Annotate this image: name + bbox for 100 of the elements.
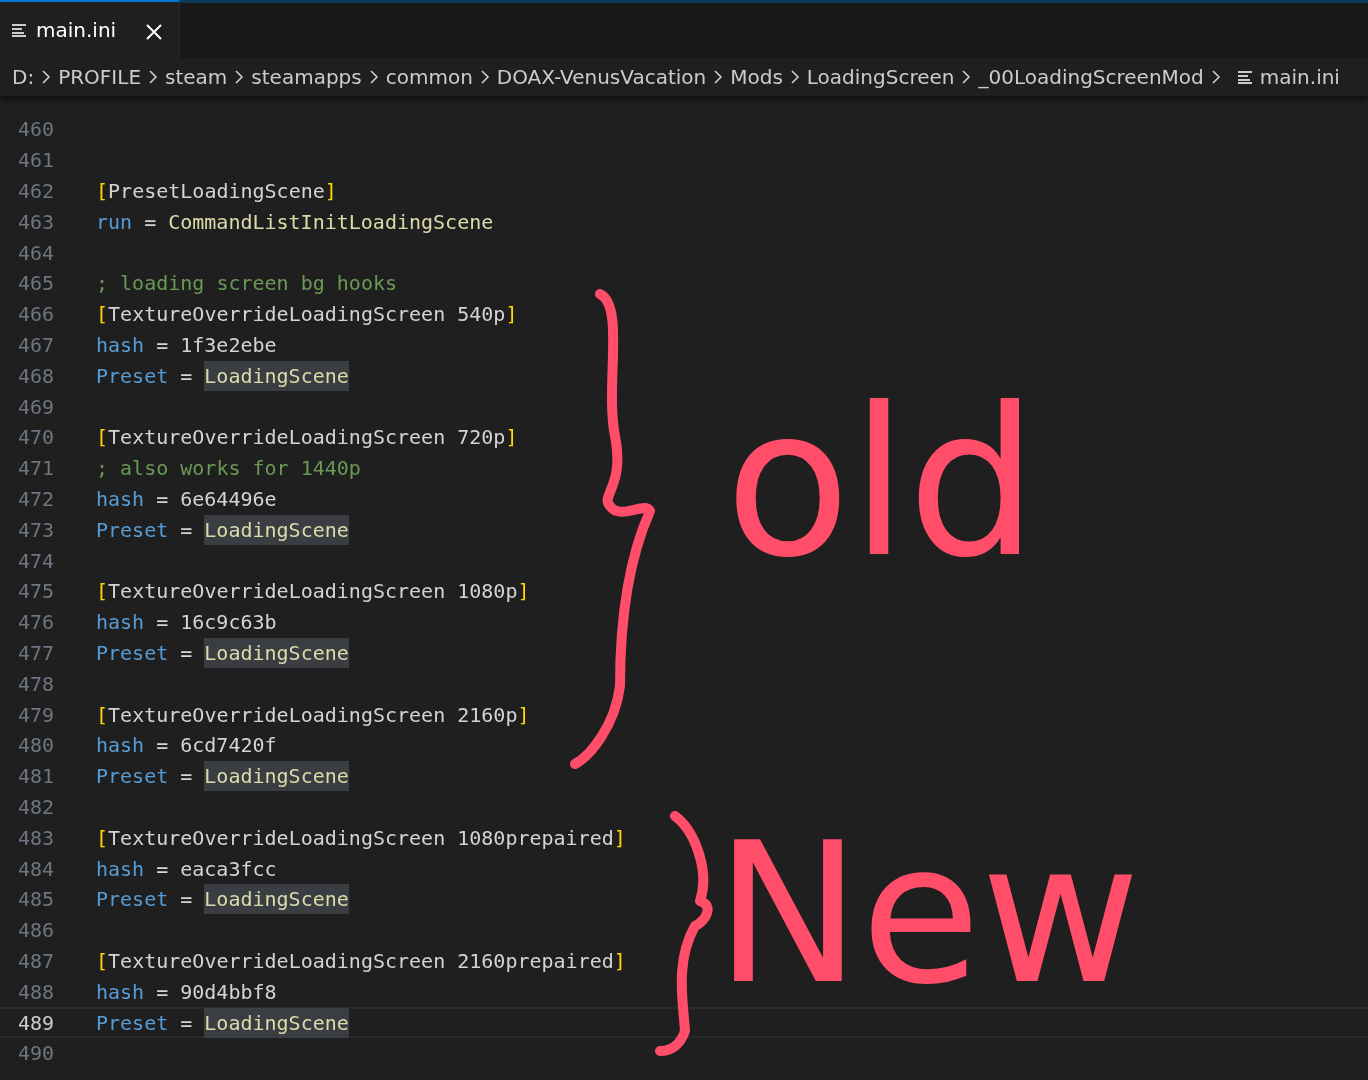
line-number: 476 — [16, 609, 54, 637]
setting-key: run — [96, 206, 133, 237]
equals-sign: = — [180, 763, 193, 791]
equals-sign: = — [156, 331, 169, 359]
setting-key: Preset — [96, 1007, 169, 1038]
setting-value: LoadingScene — [204, 360, 349, 391]
equals-sign: = — [156, 485, 169, 513]
line-number: 460 — [16, 116, 54, 144]
equals-sign: = — [180, 1009, 193, 1037]
line-number: 484 — [16, 855, 54, 883]
bracket: [ — [96, 701, 109, 729]
handwritten-note: New — [715, 816, 1141, 1011]
setting-value: CommandListInitLoadingScene — [168, 208, 494, 236]
chevron-right-icon — [233, 69, 246, 85]
handwritten-note: old — [725, 381, 1038, 586]
bracket: ] — [613, 947, 626, 975]
line-number: 478 — [16, 670, 54, 698]
bracket: [ — [96, 178, 109, 205]
setting-key: hash — [96, 976, 145, 1007]
bracket: ] — [613, 824, 626, 852]
section-name: TextureOverrideLoadingScreen 540p — [108, 301, 506, 329]
chevron-right-icon — [40, 69, 53, 85]
line-number: 471 — [16, 455, 54, 483]
setting-key: Preset — [96, 884, 169, 915]
line-number: 461 — [16, 147, 54, 175]
chevron-right-icon — [147, 69, 160, 85]
chevron-right-icon — [367, 69, 380, 85]
breadcrumb-item[interactable]: main.ini — [1259, 62, 1340, 92]
setting-key: Preset — [96, 761, 169, 792]
section-name: TextureOverrideLoadingScreen 720p — [108, 424, 506, 452]
line-number: 481 — [16, 763, 54, 791]
section-name: TextureOverrideLoadingScreen 1080prepaired — [108, 824, 614, 852]
breadcrumb-item[interactable]: common — [385, 62, 473, 92]
bracket: [ — [96, 947, 109, 975]
line-number: 465 — [16, 270, 54, 298]
bracket: ] — [517, 701, 530, 729]
line-number: 470 — [16, 424, 54, 452]
file-lines-icon — [1237, 70, 1254, 84]
section-name: TextureOverrideLoadingScreen 2160prepaired — [108, 947, 614, 975]
line-number: 479 — [16, 701, 54, 729]
breadcrumb-item[interactable]: steamapps — [251, 62, 362, 92]
setting-value: 1f3e2ebe — [180, 331, 277, 359]
line-number: 490 — [16, 1040, 54, 1068]
line-number: 480 — [16, 732, 54, 760]
line-number: 473 — [16, 516, 54, 544]
line-number: 469 — [16, 393, 54, 421]
line-number: 472 — [16, 485, 54, 513]
bracket: [ — [96, 424, 109, 452]
equals-sign: = — [180, 639, 193, 667]
editor-tab[interactable]: main.ini — [0, 0, 180, 58]
breadcrumb-item[interactable]: Mods — [730, 62, 783, 92]
bracket: ] — [505, 301, 518, 329]
section-name: PresetLoadingScene — [108, 178, 325, 205]
line-number: 468 — [16, 362, 54, 390]
line-number: 489 — [16, 1009, 54, 1037]
setting-value: 6e64496e — [180, 485, 277, 513]
line-number: 462 — [16, 178, 54, 205]
breadcrumb-item[interactable]: DOAX-VenusVacation — [496, 62, 707, 92]
code-comment: ; loading screen bg hooks — [96, 270, 398, 298]
line-number: 487 — [16, 947, 54, 975]
setting-key: hash — [96, 853, 145, 884]
setting-value: LoadingScene — [204, 884, 349, 915]
line-number: 463 — [16, 208, 54, 236]
breadcrumb-item[interactable]: LoadingScreen — [806, 62, 955, 92]
equals-sign: = — [156, 855, 169, 883]
code-comment: ; also works for 1440p — [96, 455, 361, 483]
breadcrumb-item[interactable]: steam — [165, 62, 228, 92]
equals-sign: = — [180, 362, 193, 390]
equals-sign: = — [156, 609, 169, 637]
equals-sign: = — [156, 978, 169, 1006]
breadcrumb-item[interactable]: PROFILE — [58, 62, 142, 92]
breadcrumb-item[interactable]: _00LoadingScreenMod — [978, 62, 1204, 92]
setting-value: 90d4bbf8 — [180, 978, 277, 1006]
line-number: 467 — [16, 331, 54, 359]
equals-sign: = — [180, 516, 193, 544]
setting-value: eaca3fcc — [180, 855, 277, 883]
line-number: 482 — [16, 793, 54, 821]
section-name: TextureOverrideLoadingScreen 2160p — [108, 701, 518, 729]
line-number: 483 — [16, 824, 54, 852]
line-number: 474 — [16, 547, 54, 575]
chevron-right-icon — [1209, 69, 1222, 85]
setting-value: LoadingScene — [204, 1007, 349, 1038]
line-number: 486 — [16, 917, 54, 945]
bracket: [ — [96, 578, 109, 606]
chevron-right-icon — [712, 69, 725, 85]
equals-sign: = — [180, 886, 193, 914]
setting-value: LoadingScene — [204, 637, 349, 668]
line-number: 466 — [16, 301, 54, 329]
chevron-right-icon — [960, 69, 973, 85]
bracket: ] — [505, 424, 518, 452]
section-name: TextureOverrideLoadingScreen 1080p — [108, 578, 518, 606]
setting-value: LoadingScene — [204, 514, 349, 545]
line-number: 475 — [16, 578, 54, 606]
line-number: 485 — [16, 886, 54, 914]
file-lines-icon — [12, 23, 28, 37]
line-number: 464 — [16, 239, 54, 267]
bracket: [ — [96, 824, 109, 852]
line-number: 477 — [16, 639, 54, 667]
breadcrumb-item[interactable]: D: — [12, 62, 35, 92]
setting-key: Preset — [96, 360, 169, 391]
